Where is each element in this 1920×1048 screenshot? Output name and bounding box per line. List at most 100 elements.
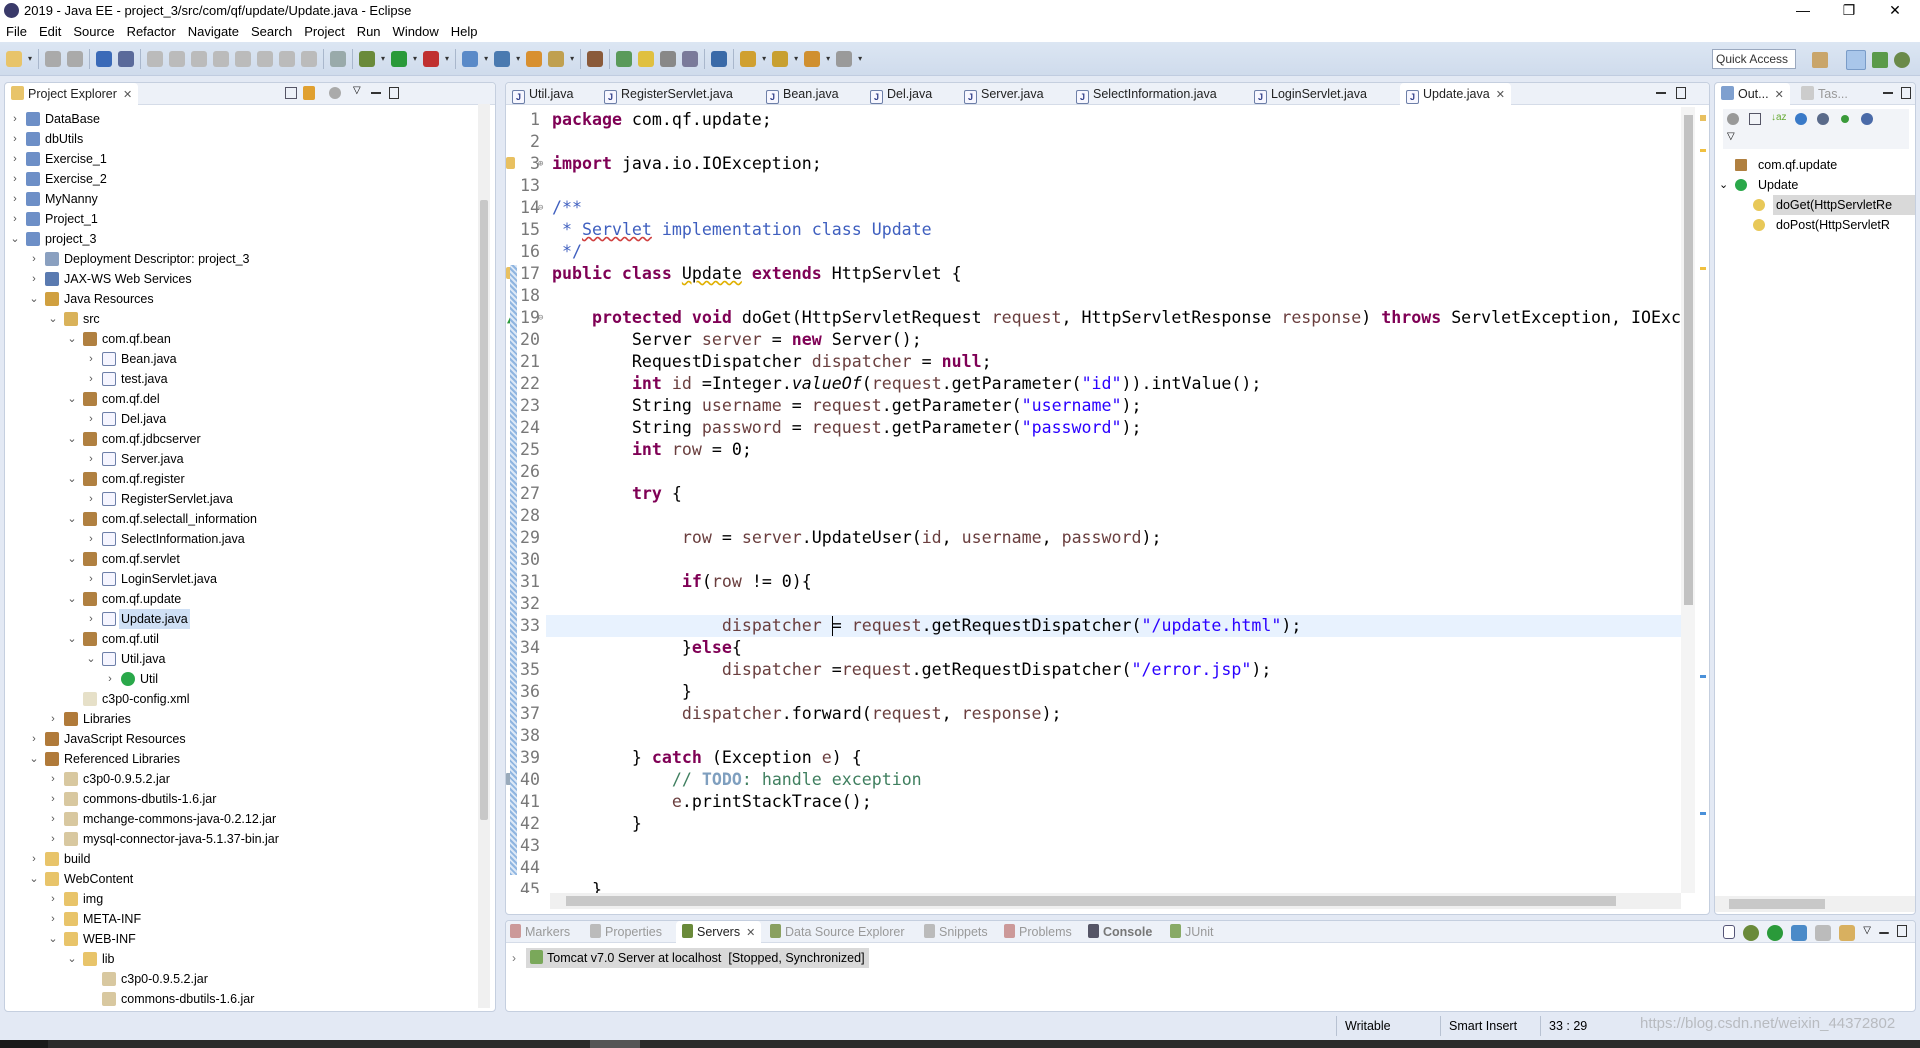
- code-line[interactable]: 22 int id =Integer.valueOf(request.getPa…: [506, 373, 1681, 395]
- tree-item[interactable]: › Update.java: [5, 609, 481, 629]
- tree-item[interactable]: › RegisterServlet.java: [5, 489, 481, 509]
- new-web-service-icon[interactable]: [494, 50, 511, 67]
- code-line[interactable]: 15 * Servlet implementation class Update: [506, 219, 1681, 241]
- expand-arrow-icon[interactable]: ›: [85, 369, 97, 389]
- tree-item[interactable]: ⌄ src: [5, 309, 481, 329]
- run-server-icon[interactable]: [423, 50, 440, 67]
- code-line[interactable]: 3 ⊕ import java.io.IOException;: [506, 153, 1681, 175]
- collapse-arrow-icon[interactable]: ⌄: [66, 589, 78, 609]
- expand-arrow-icon[interactable]: ›: [9, 189, 21, 209]
- back-icon[interactable]: [804, 50, 821, 67]
- hide-fields-icon[interactable]: [1795, 113, 1807, 125]
- tree-item[interactable]: › dbUtils: [5, 129, 481, 149]
- tree-item[interactable]: ⌄ Java Resources: [5, 289, 481, 309]
- editor-tab-registerservlet[interactable]: J RegisterServlet.java: [604, 83, 733, 105]
- expand-arrow-icon[interactable]: ›: [47, 809, 59, 829]
- warning-marker-icon[interactable]: [1700, 267, 1706, 270]
- collapse-arrow-icon[interactable]: ⌄: [1719, 175, 1728, 195]
- server-row[interactable]: Tomcat v7.0 Server at localhost [Stopped…: [526, 948, 869, 968]
- dropdown-arrow-icon[interactable]: ▾: [826, 54, 830, 63]
- code-line[interactable]: 33 dispatcher = request.getRequestDispat…: [506, 615, 1681, 637]
- tree-item[interactable]: ⌄ com.qf.register: [5, 469, 481, 489]
- dropdown-arrow-icon[interactable]: ▾: [858, 54, 862, 63]
- editor-hscroll-thumb[interactable]: [566, 896, 1616, 906]
- show-whitespace-icon[interactable]: [682, 50, 699, 67]
- code-line[interactable]: 24 String password = request.getParamete…: [506, 417, 1681, 439]
- collapse-arrow-icon[interactable]: ⌄: [66, 389, 78, 409]
- expand-arrow-icon[interactable]: ›: [9, 149, 21, 169]
- tab-task-list[interactable]: Tas...: [1801, 83, 1848, 105]
- tree-item[interactable]: › Server.java: [5, 449, 481, 469]
- collapse-arrow-icon[interactable]: ⌄: [66, 469, 78, 489]
- tab-problems[interactable]: Problems: [1004, 921, 1072, 943]
- code-line[interactable]: 43: [506, 835, 1681, 857]
- collapse-arrow-icon[interactable]: ⌄: [66, 549, 78, 569]
- debug-server-icon[interactable]: [1743, 925, 1760, 941]
- tree-item[interactable]: ⌄ com.qf.del: [5, 389, 481, 409]
- outline-scroll-thumb[interactable]: [1729, 899, 1825, 909]
- code-line[interactable]: 38: [506, 725, 1681, 747]
- code-line[interactable]: 34 }else{: [506, 637, 1681, 659]
- tree-item[interactable]: › Bean.java: [5, 349, 481, 369]
- expand-arrow-icon[interactable]: ›: [9, 129, 21, 149]
- minimize-view-icon[interactable]: [1883, 92, 1893, 94]
- tree-item[interactable]: › LoginServlet.java: [5, 569, 481, 589]
- tab-servers[interactable]: Servers ✕: [676, 921, 762, 943]
- code-line[interactable]: 32: [506, 593, 1681, 615]
- tree-item[interactable]: › META-INF: [5, 909, 481, 929]
- tree-item[interactable]: › Del.java: [5, 409, 481, 429]
- debug-perspective-icon[interactable]: [1894, 52, 1910, 68]
- menu-source[interactable]: Source: [67, 22, 120, 42]
- new-server-icon[interactable]: [462, 50, 479, 67]
- tab-console[interactable]: Console: [1088, 921, 1152, 943]
- menu-help[interactable]: Help: [445, 22, 484, 42]
- tree-item[interactable]: › Deployment Descriptor: project_3: [5, 249, 481, 269]
- code-line[interactable]: 42 }: [506, 813, 1681, 835]
- tree-item[interactable]: › JAX-WS Web Services: [5, 269, 481, 289]
- collapse-all-icon[interactable]: [1723, 925, 1736, 939]
- code-line[interactable]: 19 ⊖ protected void doGet(HttpServletRequ…: [506, 307, 1681, 329]
- profile-server-icon[interactable]: [1791, 925, 1808, 941]
- expand-arrow-icon[interactable]: ›: [47, 769, 59, 789]
- tree-item[interactable]: ⌄ com.qf.jdbcserver: [5, 429, 481, 449]
- tree-item[interactable]: ⌄ com.qf.update: [5, 589, 481, 609]
- skip-breakpoints-icon[interactable]: [118, 50, 135, 67]
- new-icon[interactable]: [6, 50, 22, 67]
- debug-icon[interactable]: [359, 50, 376, 67]
- collapse-arrow-icon[interactable]: ⌄: [47, 309, 59, 329]
- tree-item[interactable]: ⌄ com.qf.bean: [5, 329, 481, 349]
- editor-tab-update[interactable]: J Update.java ✕: [1400, 83, 1511, 105]
- expand-arrow-icon[interactable]: ›: [9, 169, 21, 189]
- menu-search[interactable]: Search: [245, 22, 298, 42]
- menu-refactor[interactable]: Refactor: [121, 22, 182, 42]
- editor-tab-util[interactable]: J Util.java: [512, 83, 573, 105]
- dropdown-arrow-icon[interactable]: ▾: [28, 54, 32, 63]
- code-line[interactable]: 37 dispatcher.forward(request, response)…: [506, 703, 1681, 725]
- forward-icon[interactable]: [836, 50, 853, 67]
- next-annotation-icon[interactable]: [740, 50, 757, 67]
- expand-arrow-icon[interactable]: ›: [47, 789, 59, 809]
- code-line[interactable]: 13: [506, 175, 1681, 197]
- code-line[interactable]: 31 if(row != 0){: [506, 571, 1681, 593]
- web-browser-icon[interactable]: [711, 50, 728, 67]
- filter-icon[interactable]: [329, 87, 341, 99]
- editor-tab-selectinformation[interactable]: J SelectInformation.java: [1076, 83, 1217, 105]
- tree-item[interactable]: ⌄ lib: [5, 949, 481, 969]
- warning-marker-icon[interactable]: [1700, 115, 1706, 121]
- warning-icon[interactable]: [506, 157, 515, 169]
- taskbar-eclipse[interactable]: [590, 1040, 640, 1048]
- start-server-icon[interactable]: [1767, 925, 1784, 941]
- expand-arrow-icon[interactable]: ›: [47, 709, 59, 729]
- tree-item[interactable]: ⌄ com.qf.selectall_information: [5, 509, 481, 529]
- code-line[interactable]: 39 } catch (Exception e) {: [506, 747, 1681, 769]
- close-icon[interactable]: ✕: [1775, 89, 1784, 101]
- dropdown-arrow-icon[interactable]: ▾: [794, 54, 798, 63]
- search-icon[interactable]: [587, 50, 604, 67]
- menu-file[interactable]: File: [0, 22, 33, 42]
- expand-arrow-icon[interactable]: ›: [28, 849, 40, 869]
- minimize-view-icon[interactable]: [371, 92, 381, 94]
- maximize-view-icon[interactable]: [389, 87, 399, 99]
- warning-marker-icon[interactable]: [1700, 149, 1706, 152]
- dropdown-arrow-icon[interactable]: ▾: [381, 54, 385, 63]
- code-line[interactable]: 1 package com.qf.update;: [506, 109, 1681, 131]
